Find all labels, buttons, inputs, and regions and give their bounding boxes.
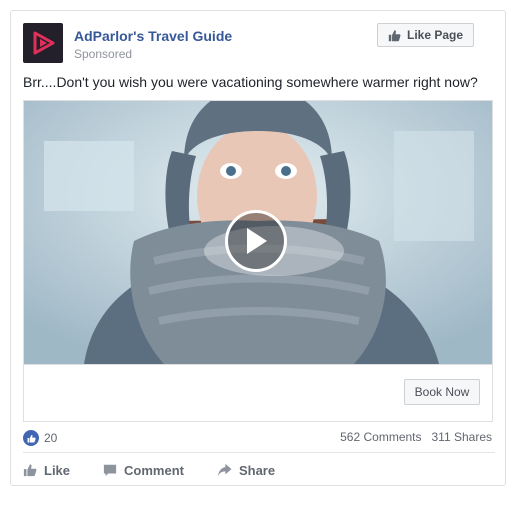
- book-now-button[interactable]: Book Now: [404, 379, 480, 405]
- shares-count-link[interactable]: 311 Shares: [432, 430, 493, 444]
- thumbs-up-icon: [23, 464, 37, 477]
- like-page-button[interactable]: Like Page: [377, 23, 474, 47]
- share-action-button[interactable]: Share: [217, 463, 275, 478]
- post-actions: Like Comment Share: [23, 460, 308, 480]
- page-name-link[interactable]: AdParlor's Travel Guide: [74, 28, 232, 44]
- ad-media: Book Now: [23, 100, 493, 422]
- like-action-label: Like: [44, 462, 71, 478]
- play-button[interactable]: [225, 210, 287, 272]
- share-icon: [217, 463, 232, 477]
- reactions-summary[interactable]: 20: [23, 429, 57, 447]
- play-icon: [247, 228, 267, 254]
- video-player[interactable]: [24, 101, 492, 364]
- post-text: Brr....Don't you wish you were vacationi…: [23, 74, 478, 90]
- share-action-label: Share: [238, 462, 276, 478]
- adparlor-logo-icon: [33, 31, 55, 55]
- comments-count-link[interactable]: 562 Comments: [340, 430, 421, 444]
- cta-bar: Book Now: [24, 364, 492, 421]
- sponsored-label: Sponsored: [74, 47, 133, 61]
- like-action-button[interactable]: Like: [23, 463, 70, 478]
- reaction-count: 20: [44, 431, 58, 445]
- comment-action-button[interactable]: Comment: [103, 463, 184, 478]
- like-page-label: Like Page: [406, 28, 464, 42]
- comment-icon: [103, 464, 117, 477]
- comment-action-label: Comment: [124, 462, 184, 478]
- page-avatar[interactable]: [23, 23, 63, 63]
- like-reaction-icon: [23, 430, 39, 446]
- engagement-stats: 562 Comments 311 Shares: [340, 430, 492, 444]
- sponsored-post: AdParlor's Travel Guide Sponsored Like P…: [10, 10, 506, 486]
- divider: [23, 452, 495, 453]
- thumbs-up-icon: [388, 29, 401, 41]
